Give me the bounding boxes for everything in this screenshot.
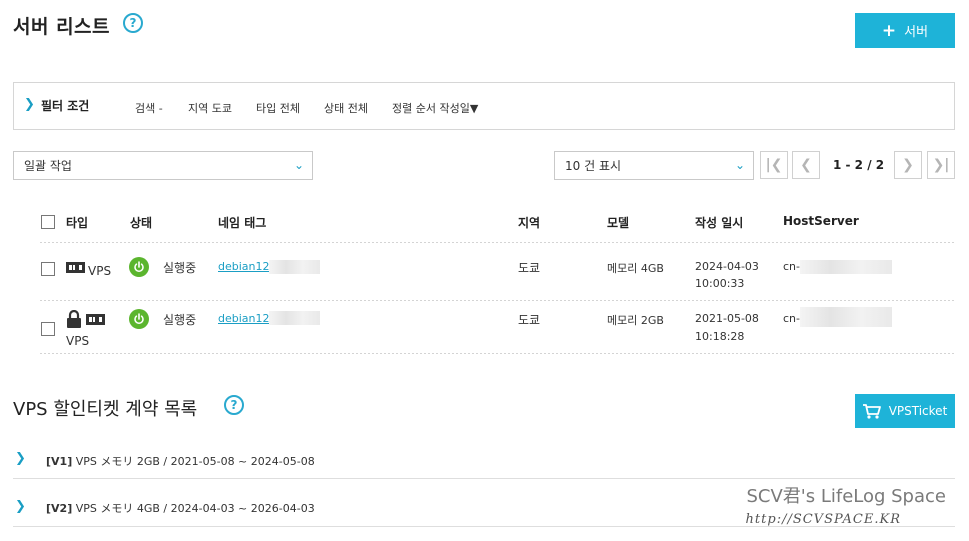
- help-icon[interactable]: ?: [123, 13, 143, 33]
- column-header-model[interactable]: 모델: [607, 214, 629, 231]
- server-icon: [86, 314, 105, 325]
- cart-icon: [862, 403, 881, 419]
- watermark-url: http://SCVSPACE.KR: [745, 512, 901, 527]
- server-icon: [66, 262, 85, 273]
- row-created-time: 10:00:33: [695, 277, 745, 290]
- row-checkbox[interactable]: [41, 262, 55, 276]
- row-type: VPS: [66, 334, 90, 348]
- filter-search: 검색 -: [135, 102, 163, 115]
- page-title: 서버 리스트: [13, 16, 111, 38]
- contract-tag: [V2]: [46, 502, 73, 515]
- help-icon[interactable]: ?: [224, 395, 244, 415]
- row-created-date: 2021-05-08: [695, 312, 759, 325]
- vps-ticket-label: VPSTicket: [888, 404, 948, 418]
- contracts-title: VPS 할인티켓 계약 목록: [13, 399, 198, 420]
- column-header-name-tag[interactable]: 네임 태그: [218, 214, 266, 231]
- column-header-host[interactable]: HostServer: [783, 214, 859, 228]
- row-host: cn-: [783, 312, 800, 325]
- row-model: 메모리 4GB: [607, 262, 664, 275]
- watermark-title: SCV君's LifeLog Space: [746, 486, 946, 507]
- chevron-right-icon[interactable]: ❯: [15, 499, 26, 514]
- filter-type: 타입 전체: [256, 102, 300, 115]
- row-region: 도쿄: [518, 261, 541, 275]
- row-checkbox[interactable]: [41, 322, 55, 336]
- bulk-action-value: 일괄 작업: [24, 159, 72, 173]
- page-size-select[interactable]: 10 건 표시 ⌄: [554, 151, 754, 180]
- next-page-button[interactable]: ❯: [894, 151, 922, 179]
- contract-text: VPS メモリ 2GB / 2021-05-08 ~ 2024-05-08: [75, 455, 315, 468]
- page-info: 1 - 2 / 2: [833, 158, 885, 172]
- power-icon[interactable]: [129, 309, 149, 329]
- first-page-button[interactable]: |❮: [760, 151, 788, 179]
- add-server-button[interactable]: + 서버: [855, 13, 955, 48]
- column-header-type[interactable]: 타입: [66, 214, 88, 231]
- divider: [13, 478, 955, 479]
- vps-ticket-button[interactable]: VPSTicket: [855, 394, 955, 428]
- contract-item[interactable]: [V2] VPS メモリ 4GB / 2024-04-03 ~ 2026-04-…: [46, 500, 315, 516]
- chevron-down-icon: ⌄: [734, 158, 745, 172]
- redacted-area: [800, 260, 892, 274]
- row-name-tag-link[interactable]: debian12-: [218, 312, 273, 325]
- add-server-label: 서버: [904, 25, 929, 40]
- contract-item[interactable]: [V1] VPS メモリ 2GB / 2021-05-08 ~ 2024-05-…: [46, 453, 315, 469]
- column-header-created[interactable]: 작성 일시: [695, 214, 743, 231]
- lock-icon: [67, 310, 81, 328]
- prev-page-button[interactable]: ❮: [792, 151, 820, 179]
- filter-sort: 정렬 순서 작성일▼: [392, 102, 479, 115]
- row-created-date: 2024-04-03: [695, 260, 759, 273]
- last-page-button[interactable]: ❯|: [927, 151, 955, 179]
- row-name-tag-link[interactable]: debian12-: [218, 260, 273, 273]
- redacted-area: [800, 307, 892, 327]
- row-region: 도쿄: [518, 313, 541, 327]
- select-all-checkbox[interactable]: [41, 215, 55, 229]
- contract-tag: [V1]: [46, 455, 73, 468]
- chevron-right-icon[interactable]: ❯: [24, 97, 35, 112]
- chevron-right-icon[interactable]: ❯: [15, 451, 26, 466]
- redacted-area: [269, 260, 320, 274]
- contract-text: VPS メモリ 4GB / 2024-04-03 ~ 2026-04-03: [75, 502, 315, 515]
- row-status: 실행중: [163, 313, 197, 327]
- column-header-status[interactable]: 상태: [130, 214, 152, 231]
- plus-icon: +: [881, 20, 897, 41]
- row-created-time: 10:18:28: [695, 330, 745, 343]
- filter-toggle[interactable]: 필터 조건: [41, 97, 89, 114]
- row-divider: [40, 353, 955, 354]
- row-host: cn-: [783, 260, 800, 273]
- row-status: 실행중: [163, 261, 197, 275]
- row-type: VPS: [88, 264, 112, 278]
- filter-status: 상태 전체: [324, 102, 368, 115]
- page-size-value: 10 건 표시: [565, 159, 622, 173]
- chevron-down-icon: ⌄: [293, 158, 304, 172]
- power-icon[interactable]: [129, 257, 149, 277]
- row-divider: [40, 300, 955, 301]
- column-header-region[interactable]: 지역: [518, 214, 540, 231]
- bulk-action-select[interactable]: 일괄 작업 ⌄: [13, 151, 313, 180]
- row-divider: [40, 242, 955, 243]
- filter-region: 지역 도쿄: [188, 102, 232, 115]
- redacted-area: [269, 311, 320, 325]
- row-model: 메모리 2GB: [607, 314, 664, 327]
